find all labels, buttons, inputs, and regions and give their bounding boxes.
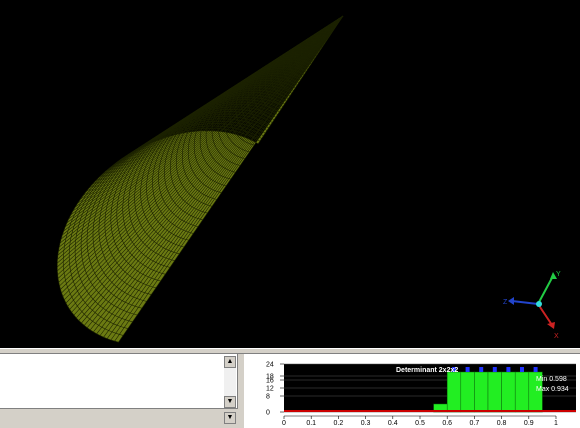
histogram-bar: [501, 371, 516, 413]
determinant-histogram: 08121618240 0.1 0.2 0.3 0.4 0.5 0.6 0.7 0.8 0.9 1D…: [266, 362, 576, 427]
histogram-max-label: Max 0.934: [536, 386, 569, 393]
histogram-bar: [514, 371, 530, 413]
histogram-min-label: Min 0.598: [536, 376, 567, 383]
x-axis-label: X: [554, 333, 559, 340]
console-input-bar[interactable]: ▼: [0, 408, 238, 428]
z-axis-arrow: [508, 297, 514, 305]
histogram-bar: [487, 371, 502, 413]
x-tick-label: 0.6: [442, 420, 452, 427]
x-axis-arrow: [547, 322, 555, 329]
z-axis-line: [511, 300, 539, 305]
console-dropdown-button[interactable]: ▼: [224, 412, 236, 424]
x-tick-label: 0.1: [306, 420, 316, 427]
3d-viewport[interactable]: Y Z X: [0, 0, 580, 348]
x-tick-label: 0.4: [388, 420, 398, 427]
x-tick-label: 0: [282, 420, 286, 427]
x-axis-line: [537, 303, 553, 326]
histogram-bar: [474, 371, 489, 413]
histogram-bar: [446, 371, 462, 413]
y-tick-label: 8: [266, 394, 270, 401]
axis-triad-icon: Y Z X: [503, 271, 561, 340]
z-axis-label: Z: [503, 299, 508, 306]
y-axis-line: [537, 275, 554, 305]
histogram-marker: [533, 367, 538, 372]
orientation-triad: Y Z X: [503, 271, 561, 340]
scroll-up-button[interactable]: ▲: [224, 356, 236, 368]
scroll-down-button[interactable]: ▼: [224, 396, 236, 408]
histogram-marker: [492, 367, 497, 372]
y-axis-label: Y: [556, 271, 561, 278]
y-tick-label: 18: [266, 374, 274, 381]
y-tick-label: 0: [266, 410, 270, 417]
histogram-panel: 0 8 12 16 18 24 0 0.1 0.2 0.3 0.4 0.5 0.6 0.7 0.8 0.9 1 D…: [244, 354, 580, 428]
x-tick-label: 0.5: [415, 420, 425, 427]
histogram-marker: [520, 367, 524, 372]
y-tick-label: 24: [266, 362, 274, 369]
histogram-marker: [506, 367, 511, 372]
x-tick-label: 1: [554, 420, 558, 427]
x-tick-label: 0.9: [524, 420, 534, 427]
x-tick-label: 0.3: [361, 420, 371, 427]
triad-center: [536, 301, 542, 307]
x-tick-label: 0.8: [497, 420, 507, 427]
histogram-marker: [465, 367, 470, 372]
histogram-title: Determinant 2x2x2: [396, 367, 458, 374]
x-tick-label: 0.2: [334, 420, 344, 427]
x-tick-label: 0.7: [470, 420, 480, 427]
y-tick-label: 12: [266, 386, 274, 393]
histogram-bar: [460, 371, 475, 413]
histogram-marker: [479, 367, 484, 372]
